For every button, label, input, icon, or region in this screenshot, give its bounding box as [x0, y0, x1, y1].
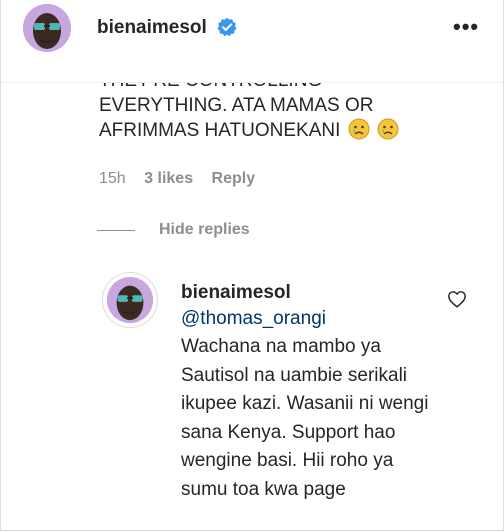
reply-text: Wachana na mambo ya Sautisol na uambie s…: [181, 336, 429, 500]
more-options-button[interactable]: •••: [453, 16, 479, 38]
sad-face-icon: [348, 118, 370, 140]
avatar-face-icon: [23, 4, 71, 52]
reply-button[interactable]: Reply: [212, 170, 256, 187]
heart-like-icon[interactable]: [447, 290, 467, 308]
comment-meta: 15h 3 likes Reply: [99, 170, 269, 188]
reply-avatar[interactable]: [102, 272, 158, 328]
header-avatar[interactable]: [23, 4, 71, 52]
avatar: [107, 277, 153, 323]
comment-line-text: AFRIMMAS HATUONEKANI: [99, 120, 341, 141]
avatar: [23, 4, 71, 52]
post-header: bienaimesol •••: [1, 0, 503, 83]
post-comments-panel: bienaimesol ••• THEY'RE CONTROLLING EVER…: [0, 0, 504, 531]
comment-line: AFRIMMAS HATUONEKANI: [99, 118, 479, 143]
comment-line: EVERYTHING. ATA MAMAS OR: [99, 95, 374, 116]
header-username[interactable]: bienaimesol: [97, 17, 207, 39]
divider: [97, 230, 135, 231]
verified-badge-icon: [217, 17, 237, 37]
comment-likes-count[interactable]: 3 likes: [144, 170, 193, 187]
sad-face-icon: [377, 118, 399, 140]
avatar-face-icon: [107, 277, 153, 323]
reply-username[interactable]: bienaimesol: [181, 282, 291, 304]
comment-timestamp[interactable]: 15h: [99, 170, 126, 187]
mention-link[interactable]: @thomas_orangi: [181, 308, 326, 330]
hide-replies-button[interactable]: Hide replies: [159, 221, 250, 239]
